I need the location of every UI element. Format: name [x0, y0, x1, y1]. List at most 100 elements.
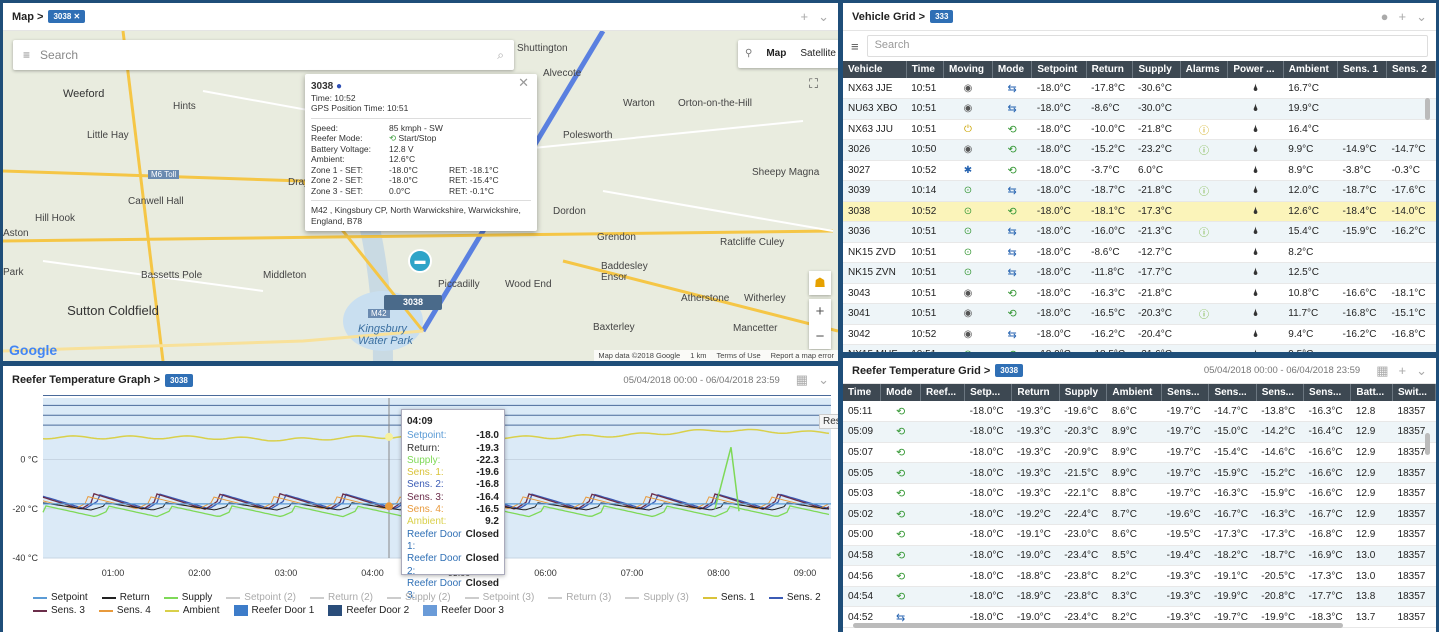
- horizontal-scrollbar[interactable]: [853, 623, 1343, 628]
- chevron-down-icon[interactable]: ⌄: [1416, 9, 1427, 25]
- column-header[interactable]: Sens...: [1161, 384, 1210, 401]
- reefer-row[interactable]: 05:02 ⟲ -18.0°C -19.2°C -22.4°C 8.7°C -19.6°C -…: [843, 503, 1436, 526]
- legend-item[interactable]: Sens. 2: [768, 592, 821, 603]
- column-header[interactable]: Sens...: [1256, 384, 1305, 401]
- column-header[interactable]: Sens...: [1208, 384, 1257, 401]
- legend-item[interactable]: Setpoint (3): [464, 592, 534, 603]
- reefer-row[interactable]: 05:11 ⟲ -18.0°C -19.3°C -19.6°C 8.6°C -19.7°C -…: [843, 401, 1436, 423]
- vehicle-row[interactable]: NU63 XBO 10:51 ◉ ⇆ -18.0°C -8.6°C -30.0°C 🌢 19.9…: [843, 98, 1436, 120]
- vehicle-row[interactable]: 3039 10:14 ⊙ ⇆ -18.0°C -18.7°C -21.8°C ⓘ 🌢 12.0°C…: [843, 180, 1436, 202]
- vehicle-row[interactable]: 3042 10:52 ◉ ⇆ -18.0°C -16.2°C -20.4°C 🌢 9.4°C -1…: [843, 324, 1436, 345]
- terms-link[interactable]: Terms of Use: [716, 351, 760, 360]
- column-header[interactable]: Ambient: [1283, 61, 1339, 78]
- column-header[interactable]: Vehicle: [843, 61, 907, 78]
- legend-item[interactable]: Return: [101, 592, 150, 603]
- column-header[interactable]: Reef...: [920, 384, 966, 401]
- column-header[interactable]: Sens...: [1303, 384, 1352, 401]
- reefer-row[interactable]: 04:54 ⟲ -18.0°C -18.9°C -23.8°C 8.3°C -19.3°C -…: [843, 586, 1436, 608]
- vehicle-row[interactable]: 3027 10:52 ✱ ⟲ -18.0°C -3.7°C 6.0°C 🌢 8.9°C -3.8°…: [843, 160, 1436, 181]
- search-icon[interactable]: ⌕: [497, 48, 504, 63]
- chevron-down-icon[interactable]: ⌄: [818, 372, 829, 388]
- calendar-icon[interactable]: ▦: [1376, 363, 1388, 379]
- column-header[interactable]: Return: [1086, 61, 1134, 78]
- reefer-row[interactable]: 04:58 ⟲ -18.0°C -19.0°C -23.4°C 8.5°C -19.4°C -…: [843, 545, 1436, 567]
- report-link[interactable]: Report a map error: [771, 351, 834, 360]
- vertical-scrollbar[interactable]: [1425, 98, 1430, 120]
- map-search[interactable]: ≡ Search ⌕: [13, 40, 514, 70]
- column-header[interactable]: Time: [906, 61, 945, 78]
- legend-item[interactable]: Return (3): [548, 592, 611, 603]
- legend-item[interactable]: Reefer Door 1: [233, 605, 314, 616]
- column-header[interactable]: Sens. 1: [1337, 61, 1387, 78]
- legend-item[interactable]: Sens. 4: [98, 605, 151, 616]
- alarm-icon[interactable]: ⓘ: [1180, 180, 1228, 202]
- street-view-icon[interactable]: ☗: [809, 271, 831, 295]
- menu-icon[interactable]: ≡: [851, 39, 859, 54]
- vehicle-search-input[interactable]: Search: [866, 35, 1428, 57]
- column-header[interactable]: Alarms: [1180, 61, 1229, 78]
- close-icon[interactable]: ✕: [518, 76, 529, 88]
- column-header[interactable]: Supply: [1059, 384, 1108, 401]
- zoom-in-icon[interactable]: +: [816, 303, 825, 320]
- legend-item[interactable]: Reefer Door 2: [328, 605, 409, 616]
- column-header[interactable]: Supply: [1132, 61, 1181, 78]
- vehicle-row[interactable]: NX15 MHF10:51⊙⟲-18.0°C-18.5°C-21.6°C 🌢9.5…: [843, 344, 1436, 352]
- reefer-row[interactable]: 05:09 ⟲ -18.0°C -19.3°C -20.3°C 8.9°C -19.7°C -…: [843, 421, 1436, 443]
- add-icon[interactable]: +: [1399, 9, 1407, 24]
- column-header[interactable]: Ambient: [1106, 384, 1163, 401]
- legend-item[interactable]: Setpoint (2): [226, 592, 296, 603]
- add-icon[interactable]: +: [1399, 363, 1407, 378]
- legend-item[interactable]: Setpoint: [33, 592, 88, 603]
- reset-zoom-button[interactable]: Rese: [819, 414, 838, 429]
- reefer-row[interactable]: 05:07 ⟲ -18.0°C -19.3°C -20.9°C 8.9°C -19.7°C -…: [843, 442, 1436, 464]
- zoom-out-icon[interactable]: −: [816, 328, 825, 345]
- vehicle-row[interactable]: 3026 10:50 ◉ ⟲ -18.0°C -15.2°C -23.2°C ⓘ 🌢 9.9°C -…: [843, 139, 1436, 161]
- map-vehicle-badge[interactable]: 3038 ✕: [48, 10, 86, 23]
- vehicle-marker-icon[interactable]: ▬: [408, 249, 432, 273]
- calendar-icon[interactable]: ▦: [796, 372, 808, 388]
- column-header[interactable]: Mode: [992, 61, 1033, 78]
- graph-date-range[interactable]: 05/04/2018 00:00 - 06/04/2018 23:59: [623, 375, 779, 386]
- column-header[interactable]: Swit...: [1392, 384, 1436, 401]
- map-type-map[interactable]: Map: [759, 40, 793, 68]
- vehicle-row[interactable]: NK15 ZVN 10:51 ⊙ ⇆ -18.0°C -11.8°C -17.7°C 🌢 12.…: [843, 262, 1436, 284]
- column-header[interactable]: Power ...: [1227, 61, 1284, 78]
- vehicle-map-label[interactable]: 3038: [384, 295, 442, 310]
- vehicle-row[interactable]: NK15 ZVD 10:51 ⊙ ⇆ -18.0°C -8.6°C -12.7°C 🌢 8.2°…: [843, 242, 1436, 263]
- legend-item[interactable]: Sens. 3: [33, 605, 85, 616]
- menu-icon[interactable]: ≡: [23, 48, 30, 62]
- legend-item[interactable]: Return (2): [310, 592, 373, 603]
- column-header[interactable]: Sens. 2: [1386, 61, 1436, 78]
- legend-item[interactable]: Sens. 1: [702, 592, 755, 603]
- chat-icon[interactable]: ●: [1381, 9, 1389, 24]
- legend-item[interactable]: Supply (3): [625, 592, 689, 603]
- reefer-row[interactable]: 05:05 ⟲ -18.0°C -19.3°C -21.5°C 8.9°C -19.7°C -…: [843, 462, 1436, 484]
- column-header[interactable]: Setpoint: [1031, 61, 1087, 78]
- reefer-date-range[interactable]: 05/04/2018 00:00 - 06/04/2018 23:59: [1204, 365, 1360, 376]
- vehicle-row[interactable]: 3043 10:51 ◉ ⟲ -18.0°C -16.3°C -21.8°C 🌢 10.8°C -…: [843, 283, 1436, 304]
- legend-item[interactable]: Reefer Door 3: [423, 605, 504, 616]
- vehicle-row[interactable]: 3038 10:52 ⊙ ⟲ -18.0°C -18.1°C -17.3°C 🌢 12.6°C -…: [843, 201, 1436, 222]
- alarm-icon[interactable]: ⓘ: [1180, 303, 1228, 325]
- pin-icon[interactable]: ⚲: [738, 40, 759, 68]
- chevron-down-icon[interactable]: ⌄: [818, 9, 829, 25]
- vehicle-row[interactable]: 3036 10:51 ⊙ ⇆ -18.0°C -16.0°C -21.3°C ⓘ 🌢 15.4°C…: [843, 221, 1436, 243]
- vehicle-row[interactable]: NX63 JJE 10:51 ◉ ⇆ -18.0°C -17.8°C -30.6°C 🌢 16.…: [843, 78, 1436, 99]
- map-canvas[interactable]: ≡ Search ⌕ ⚲ Map Satellite ⛶ Shuttington Alv…: [3, 31, 838, 361]
- column-header[interactable]: Moving: [943, 61, 993, 78]
- chevron-down-icon[interactable]: ⌄: [1416, 363, 1427, 379]
- column-header[interactable]: Mode: [880, 384, 922, 401]
- alarm-icon[interactable]: ⓘ: [1180, 139, 1228, 161]
- column-header[interactable]: Setp...: [964, 384, 1013, 401]
- reefer-row[interactable]: 04:56 ⟲ -18.0°C -18.8°C -23.8°C 8.2°C -19.3°C -…: [843, 565, 1436, 587]
- column-header[interactable]: Return: [1011, 384, 1060, 401]
- reefer-row[interactable]: 05:03 ⟲ -18.0°C -19.3°C -22.1°C 8.8°C -19.7°C -…: [843, 483, 1436, 505]
- reefer-row[interactable]: 05:00 ⟲ -18.0°C -19.1°C -23.0°C 8.6°C -19.5°C -…: [843, 524, 1436, 546]
- map-type-satellite[interactable]: Satellite: [793, 40, 838, 68]
- vehicle-row[interactable]: NX63 JJU 10:51 ⏻ ⟲ -18.0°C -10.0°C -21.8°C ⓘ 🌢 16…: [843, 119, 1436, 140]
- alarm-icon[interactable]: ⓘ: [1180, 119, 1228, 140]
- add-icon[interactable]: +: [801, 9, 809, 24]
- legend-item[interactable]: Supply: [163, 592, 212, 603]
- vehicle-row[interactable]: 3041 10:51 ◉ ⟲ -18.0°C -16.5°C -20.3°C ⓘ 🌢 11.7°C…: [843, 303, 1436, 325]
- legend-item[interactable]: Supply (2): [387, 592, 451, 603]
